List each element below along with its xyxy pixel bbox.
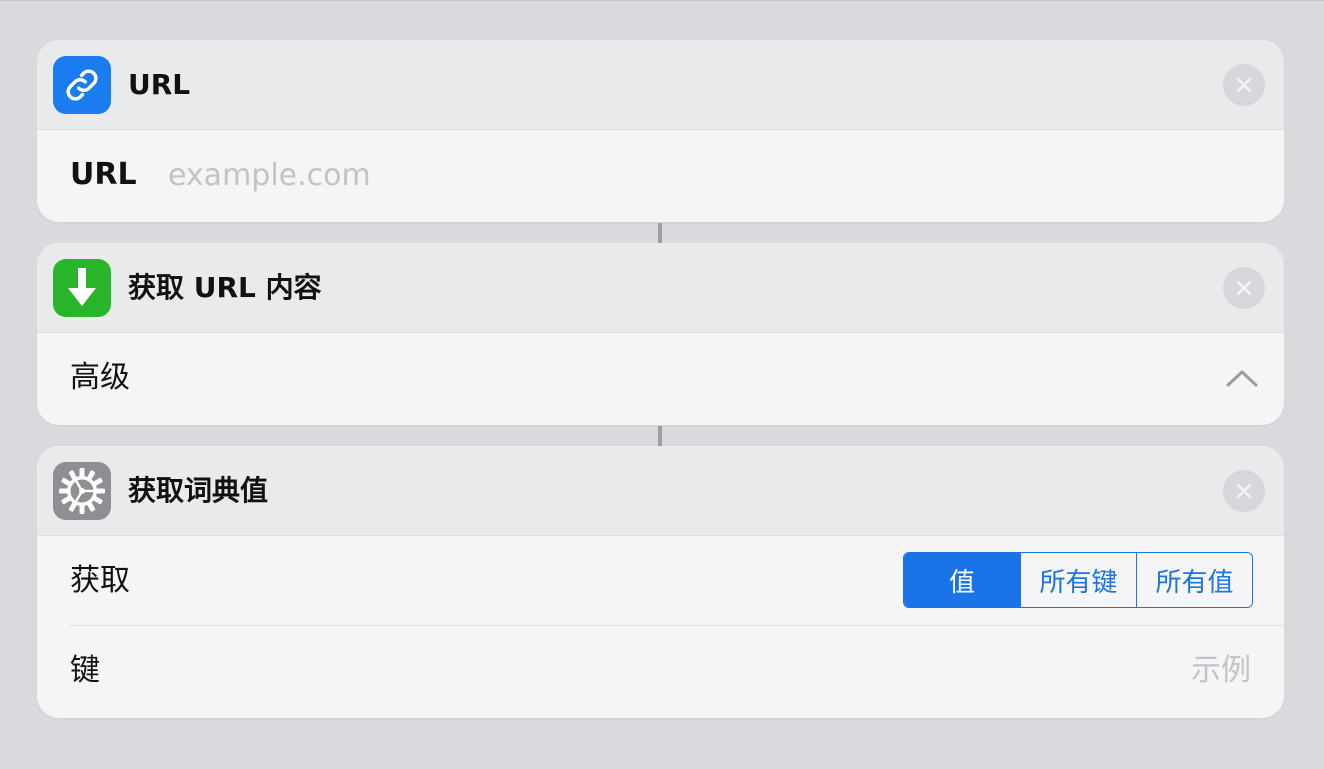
download-arrow-icon: [53, 259, 111, 317]
segment-value[interactable]: 值: [904, 553, 1020, 607]
get-url-contents-header[interactable]: 获取 URL 内容: [37, 243, 1284, 333]
remove-get-url-contents-button[interactable]: [1223, 267, 1265, 309]
key-input[interactable]: 示例: [1191, 626, 1251, 716]
url-action-title: URL: [128, 68, 191, 101]
get-url-contents-card: 获取 URL 内容 高级: [37, 243, 1284, 425]
link-icon: [53, 56, 111, 114]
get-dictionary-value-header[interactable]: 获取词典值: [37, 446, 1284, 536]
url-field-label: URL: [70, 157, 137, 192]
segment-all-values[interactable]: 所有值: [1136, 553, 1252, 607]
connector-line: [658, 223, 662, 243]
url-action-header[interactable]: URL: [37, 40, 1284, 130]
get-dictionary-value-card: 获取词典值 获取 值 所有键 所有值 键 示例: [37, 446, 1284, 718]
connector-line: [658, 426, 662, 446]
get-dictionary-value-title: 获取词典值: [128, 474, 269, 507]
close-icon: [1236, 77, 1252, 93]
get-mode-label: 获取: [70, 563, 130, 598]
segment-all-keys[interactable]: 所有键: [1020, 553, 1136, 607]
close-icon: [1236, 483, 1252, 499]
get-mode-row: 获取 值 所有键 所有值: [37, 536, 1284, 626]
url-input[interactable]: [168, 153, 768, 197]
get-url-contents-title: 获取 URL 内容: [128, 271, 322, 304]
remove-get-dictionary-value-button[interactable]: [1223, 470, 1265, 512]
url-action-card: URL URL: [37, 40, 1284, 222]
get-mode-segmented-control[interactable]: 值 所有键 所有值: [903, 552, 1253, 608]
advanced-label: 高级: [70, 360, 130, 395]
gear-icon: [53, 462, 111, 520]
close-icon: [1236, 280, 1252, 296]
key-row[interactable]: 键 示例: [37, 626, 1284, 716]
chevron-up-icon[interactable]: [1224, 363, 1260, 393]
key-label: 键: [70, 653, 100, 688]
remove-url-action-button[interactable]: [1223, 64, 1265, 106]
advanced-row[interactable]: 高级: [37, 333, 1284, 423]
url-field-row: URL: [37, 130, 1284, 220]
